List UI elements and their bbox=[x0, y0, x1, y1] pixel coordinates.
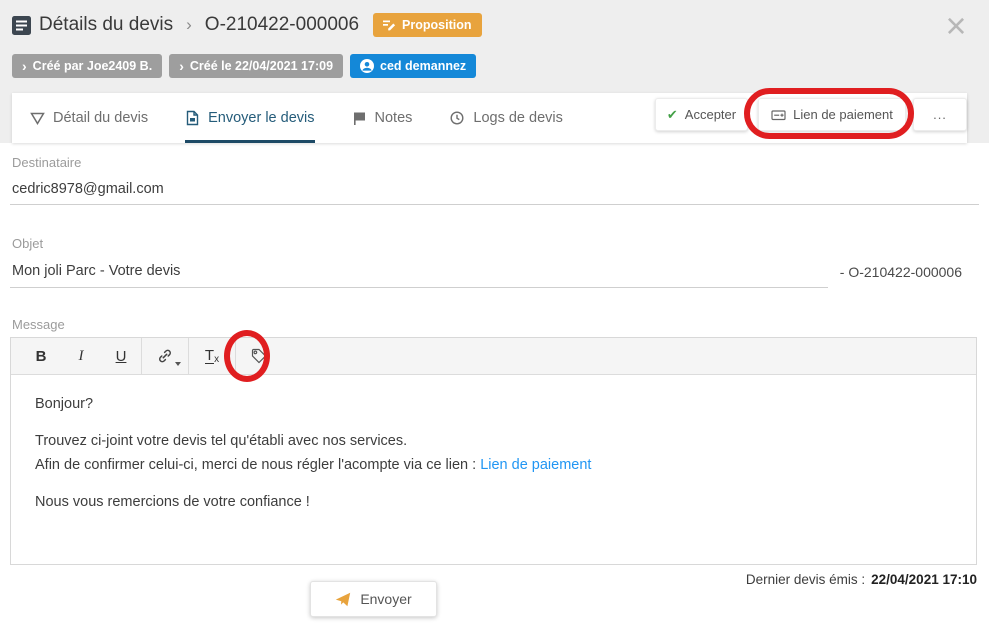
last-sent-status: Dernier devis émis : 22/04/2021 17:10 bbox=[746, 572, 977, 587]
tag-icon bbox=[251, 348, 267, 364]
clear-formatting-x: x bbox=[214, 354, 219, 365]
funnel-icon bbox=[30, 112, 45, 125]
quote-number: O-210422-000006 bbox=[205, 14, 359, 36]
tab-logs-de-devis[interactable]: Logs de devis bbox=[449, 93, 562, 143]
insert-link-button[interactable] bbox=[142, 338, 188, 374]
send-document-icon bbox=[185, 110, 200, 126]
clear-formatting-button[interactable]: Tx bbox=[189, 338, 235, 374]
clear-formatting-t: T bbox=[205, 348, 214, 364]
subject-suffix: - O-210422-000006 bbox=[840, 264, 962, 280]
created-date-label: Créé le 22/04/2021 17:09 bbox=[190, 59, 333, 73]
message-line: Bonjour? bbox=[35, 392, 952, 416]
ellipsis-icon: ... bbox=[933, 107, 947, 122]
dropdown-caret-icon bbox=[175, 362, 181, 366]
payment-card-icon bbox=[771, 108, 786, 122]
editor-toolbar: B I U Tx bbox=[11, 338, 976, 375]
close-button[interactable]: × bbox=[934, 4, 978, 48]
tab-envoyer-le-devis[interactable]: Envoyer le devis bbox=[185, 93, 314, 143]
tab-label: Logs de devis bbox=[473, 110, 562, 126]
payment-link-button[interactable]: Lien de paiement bbox=[758, 98, 906, 131]
payment-link-button-label: Lien de paiement bbox=[793, 107, 893, 122]
created-date-badge[interactable]: › Créé le 22/04/2021 17:09 bbox=[169, 54, 343, 78]
accept-button[interactable]: ✔ Accepter bbox=[655, 98, 748, 131]
tab-notes[interactable]: Notes bbox=[352, 93, 413, 143]
check-icon: ✔ bbox=[667, 107, 678, 123]
status-badge: Proposition bbox=[373, 13, 481, 37]
user-avatar-icon bbox=[360, 59, 374, 73]
customer-badge-label: ced demannez bbox=[380, 59, 466, 73]
chevron-right-icon: › bbox=[22, 59, 27, 73]
payment-link-anchor[interactable]: Lien de paiement bbox=[480, 457, 591, 473]
send-button-label: Envoyer bbox=[360, 591, 411, 607]
more-actions-button[interactable]: ... bbox=[913, 98, 967, 131]
recipient-underline bbox=[10, 204, 979, 205]
italic-button[interactable]: I bbox=[61, 338, 101, 374]
message-body-input[interactable]: Bonjour? Trouvez ci-joint votre devis te… bbox=[11, 375, 976, 531]
bold-button[interactable]: B bbox=[21, 338, 61, 374]
message-line-prefix: Afin de confirmer celui-ci, merci de nou… bbox=[35, 457, 480, 473]
message-line: Afin de confirmer celui-ci, merci de nou… bbox=[35, 453, 952, 477]
message-label: Message bbox=[12, 317, 65, 332]
last-sent-label: Dernier devis émis : bbox=[746, 572, 865, 587]
recipient-label: Destinataire bbox=[12, 155, 81, 170]
subject-label: Objet bbox=[12, 236, 43, 251]
quote-details-modal: Détails du devis › O-210422-000006 Propo… bbox=[0, 0, 989, 629]
flag-icon bbox=[352, 111, 367, 126]
header: Détails du devis › O-210422-000006 Propo… bbox=[12, 13, 482, 37]
history-clock-icon bbox=[449, 110, 465, 126]
message-editor: B I U Tx Bonjour? Trouvez ci bbox=[10, 337, 977, 565]
document-lines-icon bbox=[12, 16, 31, 35]
tab-detail-du-devis[interactable]: Détail du devis bbox=[30, 93, 148, 143]
chevron-right-icon: › bbox=[179, 59, 184, 73]
breadcrumb-separator: › bbox=[186, 15, 192, 35]
pen-lines-icon bbox=[383, 19, 396, 31]
paper-plane-icon bbox=[335, 592, 351, 607]
page-title: Détails du devis bbox=[39, 14, 173, 36]
insert-tag-button[interactable] bbox=[236, 338, 282, 374]
message-line: Nous vous remercions de votre confiance … bbox=[35, 490, 952, 514]
status-badge-label: Proposition bbox=[402, 18, 471, 32]
tab-label: Détail du devis bbox=[53, 110, 148, 126]
created-by-badge[interactable]: › Créé par Joe2409 B. bbox=[12, 54, 162, 78]
tab-label: Notes bbox=[375, 110, 413, 126]
subject-underline bbox=[10, 287, 828, 288]
customer-badge[interactable]: ced demannez bbox=[350, 54, 476, 78]
tab-label: Envoyer le devis bbox=[208, 110, 314, 126]
accept-button-label: Accepter bbox=[685, 107, 736, 122]
last-sent-value: 22/04/2021 17:10 bbox=[871, 572, 977, 587]
send-button[interactable]: Envoyer bbox=[310, 581, 437, 617]
info-badges-row: › Créé par Joe2409 B. › Créé le 22/04/20… bbox=[12, 54, 476, 78]
created-by-label: Créé par Joe2409 B. bbox=[33, 59, 153, 73]
link-icon bbox=[157, 348, 173, 364]
recipient-input[interactable]: cedric8978@gmail.com bbox=[12, 181, 164, 197]
message-line: Trouvez ci-joint votre devis tel qu'étab… bbox=[35, 429, 952, 453]
subject-input[interactable]: Mon joli Parc - Votre devis bbox=[12, 263, 180, 279]
underline-button[interactable]: U bbox=[101, 338, 141, 374]
